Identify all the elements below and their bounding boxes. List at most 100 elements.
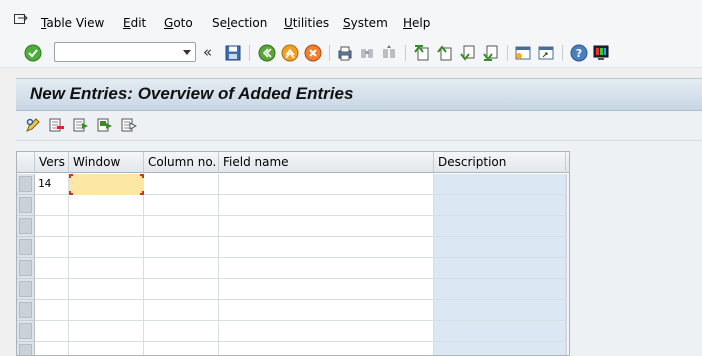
toolbar-collapse-button[interactable]: « [203, 44, 212, 60]
page-title: New Entries: Overview of Added Entries [30, 84, 354, 103]
cell-field-name[interactable] [219, 342, 434, 355]
cell-vers[interactable] [35, 279, 69, 300]
row-selector-button[interactable] [19, 302, 32, 318]
cell-value: 14 [38, 177, 52, 190]
menu-utilities[interactable]: Utilities [284, 16, 329, 30]
deselect-all-icon[interactable] [121, 117, 137, 133]
row-selector[interactable] [17, 258, 35, 279]
vertical-scrollbar[interactable] [566, 174, 569, 355]
cell-column-no[interactable] [144, 321, 219, 342]
find-icon[interactable] [358, 44, 376, 62]
cell-column-no[interactable] [144, 300, 219, 321]
last-page-icon[interactable] [482, 44, 500, 62]
first-page-icon[interactable] [413, 44, 431, 62]
previous-page-icon[interactable] [436, 44, 454, 62]
cell-column-no[interactable] [144, 195, 219, 216]
row-selector[interactable] [17, 216, 35, 237]
cancel-icon[interactable] [304, 44, 322, 62]
cell-field-name[interactable] [219, 216, 434, 237]
enter-check-icon[interactable] [24, 44, 42, 62]
cell-window[interactable] [69, 321, 144, 342]
row-selector[interactable] [17, 174, 35, 195]
row-selector[interactable] [17, 321, 35, 342]
column-header-vers[interactable]: Vers [35, 152, 69, 173]
delete-row-icon[interactable] [49, 117, 65, 133]
row-selector-button[interactable] [19, 344, 32, 355]
select-all-header[interactable] [17, 152, 35, 173]
row-selector-button[interactable] [19, 281, 32, 297]
cell-window[interactable] [69, 342, 144, 355]
row-selector[interactable] [17, 300, 35, 321]
column-header-field-name[interactable]: Field name [219, 152, 434, 173]
command-field[interactable] [54, 42, 196, 62]
system-menu-icon[interactable] [14, 14, 28, 26]
cell-column-no[interactable] [144, 258, 219, 279]
chevron-down-icon[interactable] [183, 50, 191, 55]
column-header-column-no[interactable]: Column no. [144, 152, 219, 173]
display-change-icon[interactable] [25, 117, 41, 133]
row-selector-button[interactable] [19, 239, 32, 255]
row-selector-button[interactable] [19, 218, 32, 234]
help-icon[interactable]: ? [570, 44, 588, 62]
cell-column-no[interactable] [144, 342, 219, 355]
find-next-icon[interactable] [380, 44, 398, 62]
menu-selection[interactable]: Selection [212, 16, 267, 30]
cell-field-name[interactable] [219, 279, 434, 300]
cell-column-no[interactable] [144, 174, 219, 195]
row-selector[interactable] [17, 342, 35, 355]
cell-field-name[interactable] [219, 258, 434, 279]
cell-description [434, 174, 566, 195]
row-selector-button[interactable] [19, 197, 32, 213]
cell-vers[interactable] [35, 195, 69, 216]
cell-window[interactable] [69, 216, 144, 237]
cell-window[interactable] [69, 279, 144, 300]
cell-field-name[interactable] [219, 195, 434, 216]
cell-vers[interactable] [35, 300, 69, 321]
command-input[interactable] [58, 45, 176, 59]
cell-vers[interactable] [35, 321, 69, 342]
row-selector[interactable] [17, 237, 35, 258]
standard-toolbar: « ? [0, 38, 702, 68]
cell-column-no[interactable] [144, 216, 219, 237]
select-all-icon[interactable] [73, 117, 89, 133]
cell-field-name[interactable] [219, 174, 434, 195]
cell-vers[interactable] [35, 342, 69, 355]
cell-field-name[interactable] [219, 321, 434, 342]
row-selector-button[interactable] [19, 176, 32, 192]
menu-edit[interactable]: Edit [123, 16, 146, 30]
cell-column-no[interactable] [144, 237, 219, 258]
cell-vers[interactable] [35, 216, 69, 237]
column-header-window[interactable]: Window [69, 152, 144, 173]
row-selector[interactable] [17, 195, 35, 216]
create-session-icon[interactable] [514, 44, 532, 62]
cell-description [434, 279, 566, 300]
back-icon[interactable] [258, 44, 276, 62]
cell-vers[interactable] [35, 237, 69, 258]
cell-window[interactable] [69, 300, 144, 321]
row-selector-button[interactable] [19, 260, 32, 276]
menu-system[interactable]: System [343, 16, 388, 30]
row-selector[interactable] [17, 279, 35, 300]
menu-help[interactable]: Help [403, 16, 430, 30]
select-block-icon[interactable] [97, 117, 113, 133]
exit-icon[interactable] [281, 44, 299, 62]
table-settings-button[interactable] [566, 152, 569, 173]
row-selector-button[interactable] [19, 323, 32, 339]
cell-window[interactable] [69, 237, 144, 258]
cell-window[interactable] [69, 195, 144, 216]
next-page-icon[interactable] [459, 44, 477, 62]
cell-field-name[interactable] [219, 237, 434, 258]
cell-vers[interactable]: 14 [35, 174, 69, 195]
shortcut-icon[interactable] [537, 44, 555, 62]
save-icon[interactable] [224, 44, 242, 62]
cell-window[interactable] [69, 258, 144, 279]
cell-vers[interactable] [35, 258, 69, 279]
column-header-description[interactable]: Description [434, 152, 566, 173]
menu-table-view[interactable]: Table View [41, 16, 104, 30]
customize-layout-icon[interactable] [592, 44, 610, 62]
cell-column-no[interactable] [144, 279, 219, 300]
cell-window[interactable] [69, 174, 144, 195]
cell-field-name[interactable] [219, 300, 434, 321]
print-icon[interactable] [336, 44, 354, 62]
menu-goto[interactable]: Goto [164, 16, 193, 30]
